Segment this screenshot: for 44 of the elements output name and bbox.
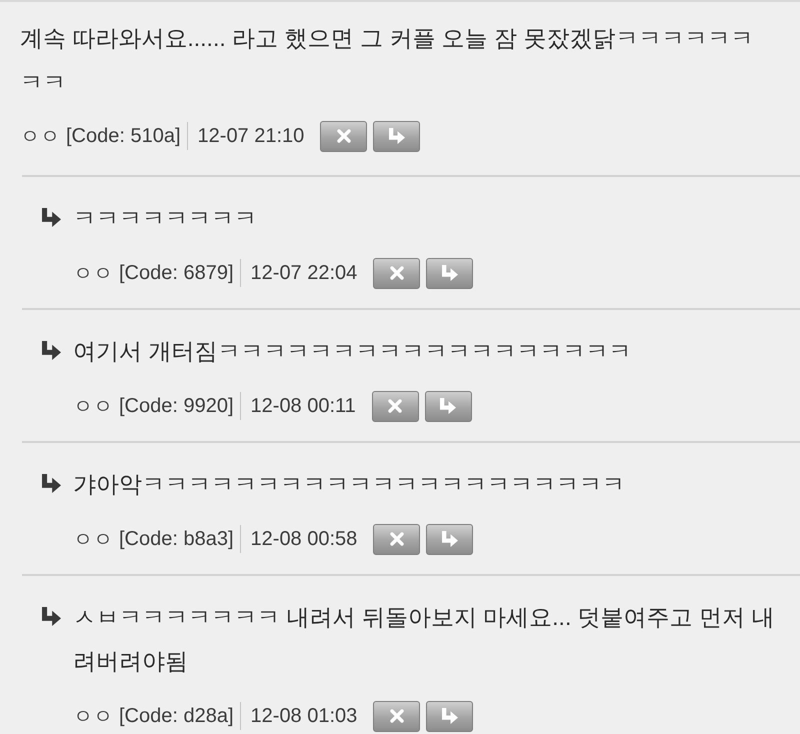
bent-arrow-icon bbox=[42, 208, 61, 227]
user-code: [Code: b8a3] bbox=[119, 528, 234, 550]
reply-button[interactable] bbox=[426, 524, 474, 554]
user-code: [Code: 6879] bbox=[119, 262, 234, 284]
x-icon bbox=[336, 128, 352, 144]
author-name: ㅇㅇ bbox=[73, 704, 113, 730]
author-name: ㅇㅇ bbox=[73, 262, 113, 286]
x-icon bbox=[388, 265, 405, 281]
bent-arrow-icon bbox=[442, 708, 458, 724]
user-code: [Code: 510a] bbox=[66, 124, 181, 148]
timestamp: 12-08 00:58 bbox=[250, 528, 358, 550]
reply-button[interactable] bbox=[426, 700, 474, 732]
reply-text: 여기서 개터짐ㅋㅋㅋㅋㅋㅋㅋㅋㅋㅋㅋㅋㅋㅋㅋㅋㅋㅋ bbox=[73, 337, 632, 366]
timestamp: 12-08 00:11 bbox=[250, 394, 356, 418]
reply-button[interactable] bbox=[426, 258, 474, 288]
timestamp: 12-07 22:04 bbox=[250, 262, 358, 284]
author-name: ㅇㅇ bbox=[73, 394, 113, 420]
x-icon bbox=[387, 398, 404, 414]
delete-button[interactable] bbox=[373, 524, 420, 554]
bent-arrow-icon bbox=[442, 265, 458, 281]
bent-arrow-icon bbox=[440, 398, 456, 414]
user-code: [Code: d28a] bbox=[119, 704, 234, 728]
bent-arrow-icon bbox=[42, 341, 61, 360]
reply-text: ㅋㅋㅋㅋㅋㅋㅋㅋ bbox=[73, 204, 258, 233]
bent-arrow-icon bbox=[442, 531, 458, 547]
delete-button[interactable] bbox=[320, 120, 368, 152]
reply-button[interactable] bbox=[373, 120, 420, 152]
reply-button[interactable] bbox=[424, 390, 472, 422]
bent-arrow-icon bbox=[388, 128, 405, 144]
x-icon bbox=[388, 531, 405, 547]
author-name: ㅇㅇ bbox=[20, 124, 60, 150]
user-code: [Code: 9920] bbox=[119, 394, 234, 418]
delete-button[interactable] bbox=[372, 390, 419, 422]
comment-text: 계속 따라와서요...... 라고 했으면 그 커플 오늘 잠 못잤겠닭ㅋㅋㅋㅋㅋㅋㅋㅋ bbox=[20, 24, 754, 97]
delete-button[interactable] bbox=[373, 700, 420, 732]
bent-arrow-icon bbox=[42, 474, 61, 493]
x-icon bbox=[388, 708, 405, 724]
bent-arrow-icon bbox=[42, 607, 61, 626]
delete-button[interactable] bbox=[373, 258, 420, 288]
reply-text: 갸아악ㅋㅋㅋㅋㅋㅋㅋㅋㅋㅋㅋㅋㅋㅋㅋㅋㅋㅋㅋㅋㅋ bbox=[73, 470, 626, 499]
author-name: ㅇㅇ bbox=[73, 528, 113, 552]
timestamp: 12-07 21:10 bbox=[198, 124, 304, 148]
timestamp: 12-08 01:03 bbox=[250, 704, 358, 728]
reply-text: ㅅㅂㅋㅋㅋㅋㅋㅋㅋ 내려서 뒤돌아보지 마세요... 덧붙여주고 먼저 내려버려야됨 bbox=[73, 603, 776, 676]
